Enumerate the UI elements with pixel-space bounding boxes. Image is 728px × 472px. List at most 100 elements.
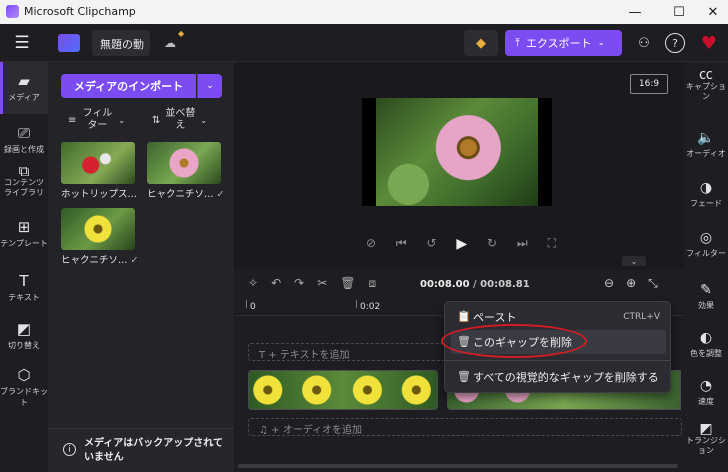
- media-thumbnail[interactable]: [61, 208, 135, 250]
- nav-item-record[interactable]: ⎚ 録画と作成: [0, 124, 48, 155]
- speed-icon: ◔: [699, 378, 713, 394]
- check-icon: ✓: [216, 189, 225, 200]
- help-icon[interactable]: ?: [665, 33, 685, 53]
- effects-icon: ✎: [700, 282, 712, 298]
- ruler-tick: [356, 300, 357, 308]
- captions-icon: ㏄: [699, 67, 713, 83]
- rnav-fade[interactable]: ◑ フェード: [684, 180, 728, 209]
- transition-icon: ◩: [699, 421, 713, 437]
- info-icon: i: [63, 443, 76, 456]
- chevron-up-icon[interactable]: ⌃: [208, 443, 216, 453]
- split-scissors-icon[interactable]: ✂: [317, 276, 327, 291]
- chevron-down-icon: ⌄: [597, 38, 606, 48]
- text-icon: T: [19, 272, 29, 290]
- upload-icon: ⤒: [515, 36, 520, 49]
- rnav-audio[interactable]: 🔈 オーディオ: [684, 130, 728, 159]
- hamburger-menu-icon[interactable]: ☰: [10, 32, 34, 54]
- play-icon[interactable]: ▶: [456, 236, 467, 252]
- delete-icon[interactable]: 🗑: [340, 276, 355, 291]
- add-gap-icon[interactable]: ⧈: [368, 276, 376, 291]
- nav-item-text[interactable]: T テキスト: [0, 272, 48, 303]
- premium-diamond-button[interactable]: ◆: [464, 30, 498, 56]
- nav-item-transitions[interactable]: ◩ 切り替え: [0, 320, 48, 351]
- import-media-button[interactable]: メディアのインポート: [61, 74, 196, 98]
- brand-icon: ⬡: [17, 366, 31, 384]
- media-item-name: ホットリップス…: [61, 189, 138, 200]
- aspect-ratio-button[interactable]: 16:9: [630, 74, 668, 94]
- premium-diamond-small-icon: ◆: [178, 29, 185, 38]
- preview-frame-image: [376, 98, 538, 206]
- export-button[interactable]: ⤒ エクスポート ⌄: [505, 30, 622, 56]
- window-titlebar: Microsoft Clipchamp — ☐ ✕: [0, 0, 728, 24]
- cloud-off-icon[interactable]: ☁: [160, 34, 180, 52]
- nav-item-media[interactable]: ▰ メディア: [0, 72, 48, 103]
- fit-to-window-icon[interactable]: ⤡: [648, 276, 658, 291]
- add-audio-track[interactable]: ♫ + オーディオを追加: [248, 418, 682, 436]
- rnav-speed[interactable]: ◔ 速度: [684, 378, 728, 407]
- filter-icon: ◎: [699, 230, 713, 246]
- timecode: 00:08.00 / 00:08.81: [420, 279, 530, 290]
- add-text-track[interactable]: T + テキストを追加: [248, 343, 460, 361]
- media-thumbnail[interactable]: [61, 142, 135, 184]
- zoom-out-icon[interactable]: ⊖: [604, 276, 614, 291]
- window-title: Microsoft Clipchamp: [24, 5, 136, 18]
- speaker-icon: 🔈: [697, 130, 715, 146]
- expand-preview-chevron-icon[interactable]: ⌄: [622, 256, 646, 266]
- camera-icon: ⎚: [17, 124, 30, 142]
- skip-back-icon[interactable]: ⏮: [396, 236, 407, 252]
- menu-divider: [445, 360, 670, 361]
- skip-forward-icon[interactable]: ⏭: [517, 236, 528, 252]
- paste-icon: 📋: [457, 310, 471, 323]
- playback-controls: ⊘ ⏮ ↺ ▶ ↻ ⏭ ⛶: [366, 236, 556, 252]
- timeline-toolbar: ✧ ↶ ↷ ✂ 🗑 ⧈: [248, 276, 376, 291]
- rnav-transition[interactable]: ◩ トランジション: [684, 421, 728, 456]
- media-thumbnail[interactable]: [147, 142, 221, 184]
- video-clip[interactable]: [248, 370, 438, 410]
- trash-icon: 🗑: [457, 370, 471, 383]
- forward-5-icon[interactable]: ↻: [487, 236, 497, 252]
- fullscreen-icon[interactable]: ⛶: [548, 236, 556, 252]
- redo-icon[interactable]: ↷: [294, 276, 304, 291]
- filter-button[interactable]: ≡ フィルター ⌄: [68, 108, 125, 132]
- color-icon: ◐: [699, 330, 713, 346]
- rnav-color[interactable]: ◐ 色を調整: [684, 330, 728, 359]
- nav-item-content-library[interactable]: ⧉ コンテンツ ライブラリ: [0, 162, 48, 198]
- filter-icon: ≡: [68, 114, 77, 126]
- chevron-down-icon: ⌄: [118, 115, 126, 125]
- import-dropdown-chevron-icon[interactable]: ⌄: [197, 74, 222, 98]
- project-name-field[interactable]: 無題の動: [92, 30, 150, 56]
- video-preview[interactable]: [362, 98, 552, 206]
- nav-item-templates[interactable]: ⊞ テンプレート: [0, 218, 48, 249]
- library-icon: ⧉: [18, 162, 30, 180]
- minimize-button[interactable]: —: [612, 0, 658, 24]
- heart-icon[interactable]: ♥: [697, 31, 721, 55]
- folder-icon: ▰: [18, 72, 30, 90]
- template-icon: ⊞: [17, 218, 31, 236]
- rnav-filters[interactable]: ◎ フィルター: [684, 230, 728, 259]
- chevron-down-icon: ⌄: [200, 115, 208, 125]
- nav-item-brand-kit[interactable]: ⬡ ブランドキット: [0, 366, 48, 408]
- rnav-captions[interactable]: ㏄キャプション: [684, 67, 728, 102]
- zoom-in-icon[interactable]: ⊕: [626, 276, 636, 291]
- project-thumbnail-icon: [58, 34, 80, 52]
- close-button[interactable]: ✕: [690, 0, 728, 24]
- share-people-icon[interactable]: ⚇: [634, 33, 654, 53]
- sort-button[interactable]: ⇅ 並べ替え ⌄: [152, 108, 207, 132]
- text-icon: T: [259, 350, 266, 361]
- timeline-scrollbar[interactable]: [238, 464, 678, 468]
- no-camera-icon[interactable]: ⊘: [366, 236, 376, 252]
- highlight-annotation-ellipse: [441, 324, 587, 358]
- check-icon: ✓: [130, 255, 139, 266]
- magic-icon[interactable]: ✧: [248, 276, 258, 291]
- clipchamp-logo-icon: [6, 5, 19, 18]
- export-label: エクスポート: [525, 37, 592, 50]
- rewind-5-icon[interactable]: ↺: [427, 236, 437, 252]
- app-topbar: ☰ 無題の動 ☁ ◆ ◆ ⤒ エクスポート ⌄ ⚇ ? ♥: [0, 24, 728, 62]
- sort-icon: ⇅: [152, 114, 161, 126]
- rnav-effects[interactable]: ✎ 効果: [684, 282, 728, 311]
- undo-icon[interactable]: ↶: [271, 276, 281, 291]
- zoom-controls: ⊖ ⊕ ⤡: [604, 276, 658, 291]
- media-item-name: ヒャクニチソ… ✓: [61, 255, 139, 266]
- backup-notice[interactable]: i メディアはバックアップされていません ⌃: [48, 428, 234, 472]
- menu-item-delete-all-gaps[interactable]: 🗑 すべての視覚的なギャップを削除する: [451, 365, 666, 389]
